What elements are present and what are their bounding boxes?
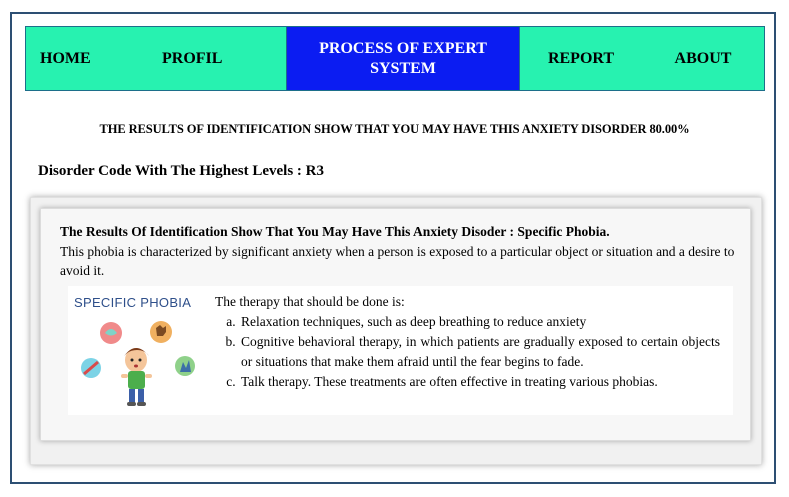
phobia-caption: SPECIFIC PHOBIA: [74, 295, 191, 310]
therapy-intro: The therapy that should be done is:: [215, 294, 405, 309]
height-bubble-icon: [175, 356, 195, 376]
disorder-code: Disorder Code With The Highest Levels : …: [38, 163, 324, 179]
therapy-item: Talk therapy. These treatments are often…: [239, 372, 720, 392]
main-nav: HOME PROFIL PROCESS OF EXPERT SYSTEM REP…: [25, 26, 765, 91]
nav-profil[interactable]: PROFIL: [142, 27, 286, 90]
nav-process-label: PROCESS OF EXPERT SYSTEM: [319, 39, 487, 77]
nav-about[interactable]: ABOUT: [642, 27, 764, 90]
therapy-list: Relaxation techniques, such as deep brea…: [215, 312, 720, 392]
therapy-item: Relaxation techniques, such as deep brea…: [239, 312, 720, 332]
dog-bubble-icon: [150, 321, 172, 343]
therapy-item: Cognitive behavioral therapy, in which p…: [239, 332, 720, 372]
nav-report[interactable]: REPORT: [520, 27, 642, 90]
therapy-section: The therapy that should be done is: Rela…: [215, 292, 720, 392]
needle-bubble-icon: [81, 358, 101, 378]
result-headline: THE RESULTS OF IDENTIFICATION SHOW THAT …: [99, 122, 690, 136]
flower-bubble-icon: [100, 322, 122, 344]
nav-process-expert-system[interactable]: PROCESS OF EXPERT SYSTEM: [286, 27, 520, 90]
result-title: The Results Of Identification Show That …: [60, 224, 610, 239]
nav-home[interactable]: HOME: [26, 27, 142, 90]
result-description: This phobia is characterized by signific…: [60, 244, 735, 278]
specific-phobia-illustration: SPECIFIC PHOBIA: [68, 286, 206, 415]
